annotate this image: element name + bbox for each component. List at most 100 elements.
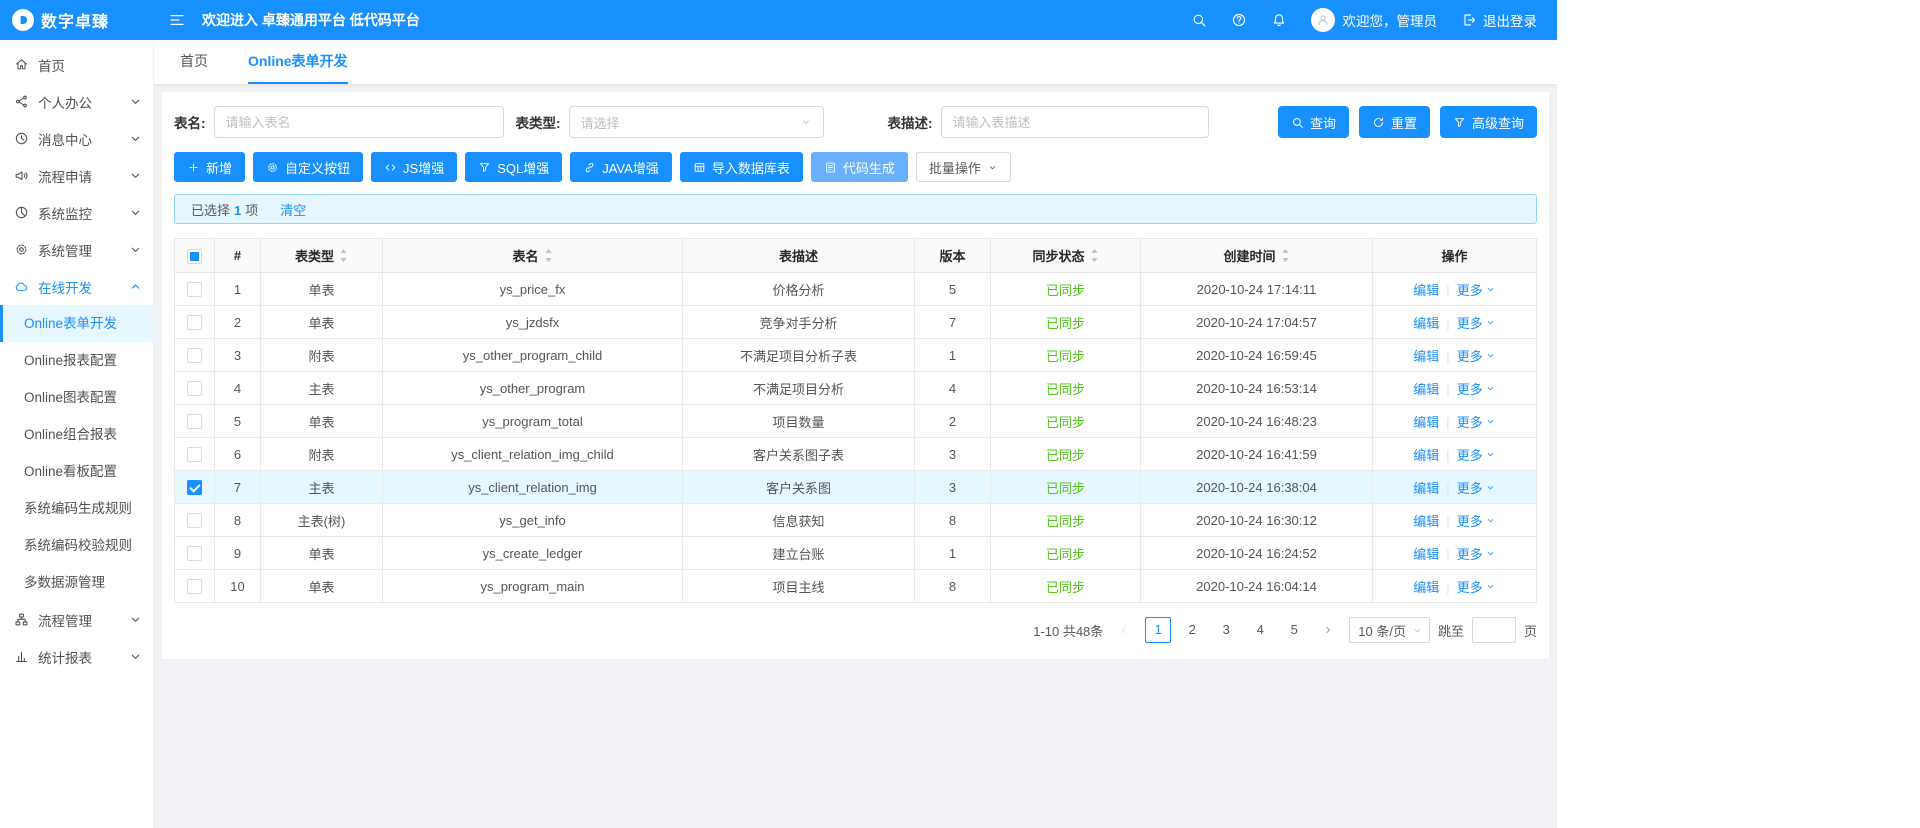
horn-icon: [14, 168, 29, 183]
sidebar-subitem-6-3[interactable]: Online组合报表: [0, 416, 153, 453]
row-checkbox[interactable]: [187, 546, 202, 562]
sidebar-subitem-6-0[interactable]: Online表单开发: [0, 305, 153, 342]
cell-created-time: 2020-10-24 16:53:14: [1140, 371, 1373, 405]
tab-home[interactable]: 首页: [180, 40, 208, 84]
toolbar-button-0[interactable]: 新增: [174, 152, 246, 182]
toolbar-button-5[interactable]: 导入数据库表: [679, 152, 803, 182]
sort-icon[interactable]: [339, 248, 348, 263]
edit-link[interactable]: 编辑: [1413, 544, 1439, 563]
column-header-6[interactable]: 创建时间: [1140, 238, 1373, 273]
sidebar-item-0[interactable]: 首页: [0, 46, 153, 83]
toolbar-button-3[interactable]: SQL增强: [465, 152, 563, 182]
edit-link[interactable]: 编辑: [1413, 577, 1439, 596]
search-button[interactable]: 查询: [1277, 106, 1349, 138]
table-body: 1 单表 ys_price_fx 价格分析 5 已同步 2020-10-24 17:14:1…: [174, 272, 1537, 603]
more-link[interactable]: 更多: [1457, 313, 1496, 332]
more-link[interactable]: 更多: [1457, 280, 1496, 299]
user-menu[interactable]: 欢迎您，管理员: [1310, 8, 1437, 32]
next-page-button[interactable]: [1315, 617, 1341, 643]
column-header-5[interactable]: 同步状态: [990, 238, 1141, 273]
sidebar-subitem-6-1[interactable]: Online报表配置: [0, 342, 153, 379]
sidebar-item-8[interactable]: 统计报表: [0, 638, 153, 675]
filter-icon: [478, 161, 491, 174]
page-size-select[interactable]: 10 条/页: [1349, 617, 1430, 643]
reset-button[interactable]: 重置: [1358, 106, 1430, 138]
column-header-2[interactable]: 表名: [382, 238, 683, 273]
sidebar-item-1[interactable]: 个人办公: [0, 83, 153, 120]
more-link[interactable]: 更多: [1457, 577, 1496, 596]
chevron-down-icon: [128, 94, 143, 109]
page-button-1[interactable]: 1: [1145, 617, 1172, 643]
more-link[interactable]: 更多: [1457, 346, 1496, 365]
table-desc-input[interactable]: [940, 106, 1209, 138]
code-icon: [384, 161, 397, 174]
table-type-select[interactable]: 请选择: [568, 106, 824, 138]
more-link[interactable]: 更多: [1457, 412, 1496, 431]
row-checkbox[interactable]: [187, 282, 202, 298]
more-link[interactable]: 更多: [1457, 478, 1496, 497]
tab-online-form-dev[interactable]: Online表单开发: [248, 40, 348, 84]
toolbar-button-7[interactable]: 批量操作: [915, 152, 1011, 182]
menu-fold-icon[interactable]: [168, 11, 186, 29]
edit-link[interactable]: 编辑: [1413, 379, 1439, 398]
page-button-4[interactable]: 4: [1247, 617, 1273, 643]
sidebar-subitem-6-2[interactable]: Online图表配置: [0, 379, 153, 416]
help-icon[interactable]: [1231, 12, 1247, 28]
page-button-2[interactable]: 2: [1179, 617, 1205, 643]
row-checkbox[interactable]: [187, 348, 202, 364]
select-all-checkbox[interactable]: [187, 248, 202, 264]
sidebar-subitem-6-5[interactable]: 系统编码生成规则: [0, 490, 153, 527]
sort-icon[interactable]: [1281, 248, 1290, 263]
sort-icon[interactable]: [1090, 248, 1099, 263]
edit-link[interactable]: 编辑: [1413, 511, 1439, 530]
cell-table-desc: 项目主线: [682, 569, 915, 603]
row-checkbox[interactable]: [187, 414, 202, 430]
sidebar-item-6[interactable]: 在线开发: [0, 268, 153, 305]
sidebar-item-2[interactable]: 消息中心: [0, 120, 153, 157]
edit-link[interactable]: 编辑: [1413, 445, 1439, 464]
sidebar-item-4[interactable]: 系统监控: [0, 194, 153, 231]
row-checkbox[interactable]: [187, 513, 202, 529]
prev-page-button[interactable]: [1111, 617, 1137, 643]
toolbar-button-4[interactable]: JAVA增强: [570, 152, 672, 182]
clear-selection-link[interactable]: 清空: [280, 200, 306, 219]
row-checkbox[interactable]: [187, 381, 202, 397]
sidebar-subitem-6-7[interactable]: 多数据源管理: [0, 564, 153, 601]
edit-link[interactable]: 编辑: [1413, 412, 1439, 431]
row-checkbox[interactable]: [187, 315, 202, 331]
column-header-1[interactable]: 表类型: [260, 238, 383, 273]
more-link[interactable]: 更多: [1457, 445, 1496, 464]
sidebar-item-3[interactable]: 流程申请: [0, 157, 153, 194]
toolbar-button-6[interactable]: 代码生成: [810, 152, 908, 182]
toolbar-button-2[interactable]: JS增强: [371, 152, 458, 182]
advanced-query-button[interactable]: 高级查询: [1439, 106, 1537, 138]
cell-actions: 编辑 | 更多: [1372, 404, 1537, 438]
more-link[interactable]: 更多: [1457, 379, 1496, 398]
sort-icon[interactable]: [544, 248, 553, 263]
more-link[interactable]: 更多: [1457, 544, 1496, 563]
table-name-input[interactable]: [213, 106, 504, 138]
page-button-5[interactable]: 5: [1281, 617, 1307, 643]
edit-link[interactable]: 编辑: [1413, 346, 1439, 365]
cell-index: 7: [214, 470, 261, 504]
sidebar-subitem-6-4[interactable]: Online看板配置: [0, 453, 153, 490]
toolbar-button-1[interactable]: 自定义按钮: [253, 152, 364, 182]
logout-button[interactable]: 退出登录: [1461, 10, 1537, 30]
table-row-7: 7 主表 ys_client_relation_img 客户关系图 3 已同步 2020-1…: [174, 470, 1537, 504]
notification-bell-icon[interactable]: [1271, 12, 1287, 28]
edit-link[interactable]: 编辑: [1413, 280, 1439, 299]
row-checkbox[interactable]: [187, 480, 202, 496]
more-link[interactable]: 更多: [1457, 511, 1496, 530]
row-checkbox[interactable]: [187, 579, 202, 595]
logo[interactable]: 数字卓臻: [0, 8, 154, 32]
row-checkbox[interactable]: [187, 447, 202, 463]
table-type-label: 表类型:: [515, 116, 561, 131]
sidebar-subitem-6-6[interactable]: 系统编码校验规则: [0, 527, 153, 564]
page-button-3[interactable]: 3: [1213, 617, 1239, 643]
sidebar-item-7[interactable]: 流程管理: [0, 601, 153, 638]
header-search-icon[interactable]: [1191, 12, 1207, 28]
sidebar-item-5[interactable]: 系统管理: [0, 231, 153, 268]
edit-link[interactable]: 编辑: [1413, 478, 1439, 497]
edit-link[interactable]: 编辑: [1413, 313, 1439, 332]
jump-page-input[interactable]: [1471, 617, 1516, 643]
